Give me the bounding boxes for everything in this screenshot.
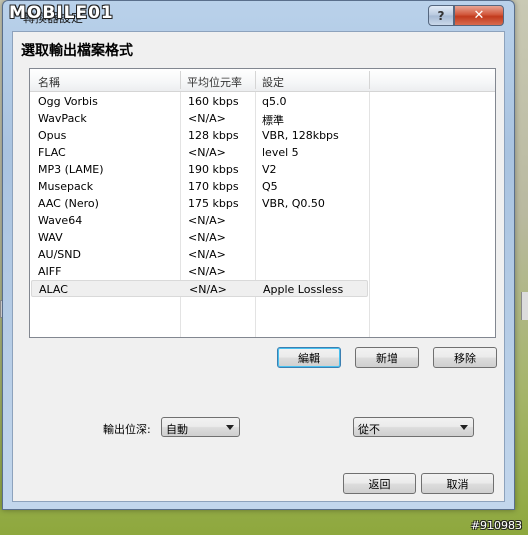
help-icon: ?: [437, 8, 445, 23]
header-separator[interactable]: [369, 71, 370, 89]
format-name-cell: AIFF: [38, 265, 62, 278]
converter-settings-window: 轉換器設定 MOBILE01 ? ✕ 選取輸出檔案格式 名稱 平均位元率 設定 …: [2, 0, 515, 510]
bitrate-cell: <N/A>: [188, 214, 226, 227]
watermark: #910983: [470, 519, 522, 532]
setting-cell: V2: [262, 163, 277, 176]
format-name-cell: MP3 (LAME): [38, 163, 104, 176]
bitrate-cell: <N/A>: [188, 265, 226, 278]
format-name-cell: Wave64: [38, 214, 83, 227]
bitrate-cell: 190 kbps: [188, 163, 239, 176]
header-separator[interactable]: [180, 71, 181, 89]
cancel-button[interactable]: 取消: [421, 473, 494, 494]
format-name-cell: WavPack: [38, 112, 87, 125]
bitrate-cell: <N/A>: [188, 248, 226, 261]
format-name-cell: ALAC: [39, 283, 68, 296]
add-button[interactable]: 新增: [355, 347, 419, 368]
chevron-down-icon: [460, 425, 468, 430]
header-separator[interactable]: [255, 71, 256, 89]
bitrate-cell: 170 kbps: [188, 180, 239, 193]
table-row[interactable]: WAV <N/A>: [31, 229, 368, 246]
setting-cell: VBR, Q0.50: [262, 197, 325, 210]
format-name-cell: Opus: [38, 129, 67, 142]
bitrate-cell: 175 kbps: [188, 197, 239, 210]
bit-depth-label: 輸出位深:: [103, 423, 151, 436]
close-button[interactable]: ✕: [454, 5, 504, 26]
table-row[interactable]: Wave64 <N/A>: [31, 212, 368, 229]
format-list[interactable]: 名稱 平均位元率 設定 Ogg Vorbis 160 kbps q5.0 WavPac…: [29, 68, 496, 338]
table-row[interactable]: AU/SND <N/A>: [31, 246, 368, 263]
table-row[interactable]: AAC (Nero) 175 kbps VBR, Q0.50: [31, 195, 368, 212]
format-name-cell: WAV: [38, 231, 63, 244]
bitrate-cell: <N/A>: [188, 112, 226, 125]
column-header-name[interactable]: 名稱: [38, 74, 60, 90]
format-name-cell: FLAC: [38, 146, 66, 159]
table-row[interactable]: ALAC <N/A> Apple Lossless: [31, 280, 368, 297]
dither-select[interactable]: 從不: [353, 417, 474, 437]
format-name-cell: Musepack: [38, 180, 94, 193]
edit-button[interactable]: 編輯: [277, 347, 341, 368]
column-header-setting[interactable]: 設定: [262, 74, 284, 90]
close-icon: ✕: [473, 8, 485, 23]
remove-button[interactable]: 移除: [433, 347, 497, 368]
bitrate-cell: 128 kbps: [188, 129, 239, 142]
list-header: 名稱 平均位元率 設定: [30, 69, 495, 92]
table-row[interactable]: Musepack 170 kbps Q5: [31, 178, 368, 195]
table-row[interactable]: Opus 128 kbps VBR, 128kbps: [31, 127, 368, 144]
bitrate-cell: 160 kbps: [188, 95, 239, 108]
site-logo: MOBILE01: [9, 3, 114, 23]
bitrate-cell: <N/A>: [188, 231, 226, 244]
format-name-cell: AU/SND: [38, 248, 81, 261]
table-row[interactable]: AIFF <N/A>: [31, 263, 368, 280]
setting-cell: Apple Lossless: [263, 283, 344, 296]
table-row[interactable]: FLAC <N/A> level 5: [31, 144, 368, 161]
dither-value: 從不: [358, 423, 380, 436]
bit-depth-value: 自動: [166, 423, 188, 436]
format-name-cell: Ogg Vorbis: [38, 95, 98, 108]
table-row[interactable]: Ogg Vorbis 160 kbps q5.0: [31, 93, 368, 110]
dialog-client-area: 選取輸出檔案格式 名稱 平均位元率 設定 Ogg Vorbis 160 kbps q…: [12, 31, 505, 502]
back-button[interactable]: 返回: [343, 473, 416, 494]
desktop-fragment-right: [521, 292, 528, 320]
setting-cell: level 5: [262, 146, 299, 159]
column-divider: [369, 69, 370, 337]
page-title: 選取輸出檔案格式: [21, 43, 133, 59]
table-row[interactable]: WavPack <N/A> 標準: [31, 110, 368, 127]
bitrate-cell: <N/A>: [188, 146, 226, 159]
column-header-bitrate[interactable]: 平均位元率: [187, 74, 242, 90]
table-row[interactable]: MP3 (LAME) 190 kbps V2: [31, 161, 368, 178]
setting-cell: q5.0: [262, 95, 287, 108]
help-button[interactable]: ?: [428, 5, 454, 26]
setting-cell: VBR, 128kbps: [262, 129, 339, 142]
bit-depth-select[interactable]: 自動: [161, 417, 240, 437]
setting-cell: Q5: [262, 180, 278, 193]
bitrate-cell: <N/A>: [189, 283, 227, 296]
chevron-down-icon: [226, 425, 234, 430]
setting-cell: 標準: [262, 114, 284, 127]
format-name-cell: AAC (Nero): [38, 197, 99, 210]
